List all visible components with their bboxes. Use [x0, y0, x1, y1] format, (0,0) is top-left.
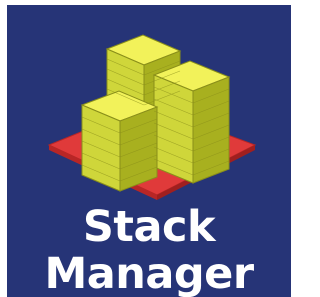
app-tile[interactable]: Stack Manager: [0, 0, 297, 297]
front-left-stack: [80, 90, 159, 192]
app-name-line-1: Stack: [82, 202, 216, 252]
right-stack: [152, 60, 231, 184]
app-icon-background: Stack Manager: [7, 5, 291, 297]
app-name-line-2: Manager: [44, 249, 254, 297]
